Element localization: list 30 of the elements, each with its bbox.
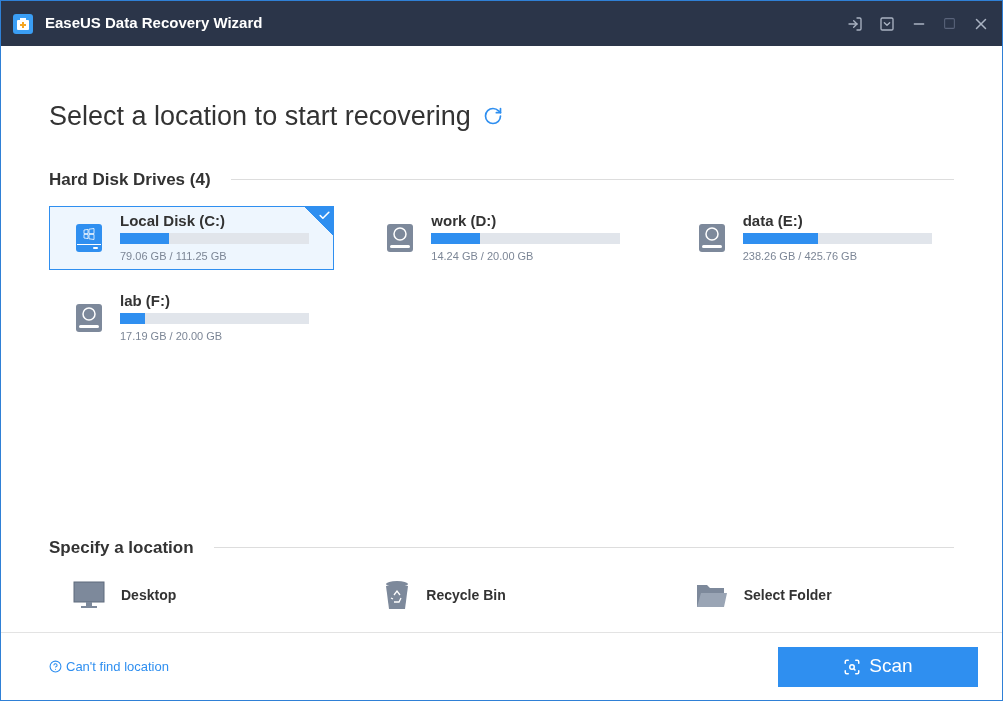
drive-usage: 238.26 GB / 425.76 GB <box>742 249 858 265</box>
drive-usage: 14.24 GB / 20.00 GB <box>431 249 535 265</box>
window-title: EaseUS Data Recovery Wizard <box>45 13 263 34</box>
monitor-icon <box>73 581 105 609</box>
windows-drive-icon <box>74 223 104 253</box>
check-icon <box>318 209 331 222</box>
drive-name: lab (F:) <box>120 291 171 312</box>
refresh-icon[interactable] <box>482 106 503 127</box>
sign-in-icon[interactable] <box>847 15 863 32</box>
hard-drive-icon <box>696 223 727 253</box>
drive-usage: 79.06 GB / 111.25 GB <box>120 249 228 265</box>
page-heading: Select a location to start recovering <box>49 100 471 133</box>
drive-name: data (E:) <box>742 211 804 232</box>
drive-name: work (D:) <box>431 211 498 232</box>
location-item[interactable]: Select Folder <box>743 584 832 606</box>
section-heading: Specify a location <box>49 536 194 559</box>
help-icon <box>49 660 62 673</box>
toolbox-icon <box>13 13 33 34</box>
hard-drive-icon <box>385 223 416 253</box>
dropdown-icon[interactable] <box>879 15 895 32</box>
trash-bin-icon <box>384 580 411 610</box>
drive-card[interactable]: Local Disk (C:) 79.06 GB / 111.25 GB <box>49 206 334 270</box>
drive-usage: 17.19 GB / 20.00 GB <box>120 329 224 345</box>
scan-icon <box>843 657 862 676</box>
folder-icon <box>695 582 728 608</box>
location-item[interactable]: Desktop <box>121 584 177 606</box>
drive-name: Local Disk (C:) <box>120 211 226 232</box>
location-item[interactable]: Recycle Bin <box>426 584 506 606</box>
section-heading: Hard Disk Drives (4) <box>49 168 211 191</box>
hard-drive-icon <box>74 303 104 333</box>
